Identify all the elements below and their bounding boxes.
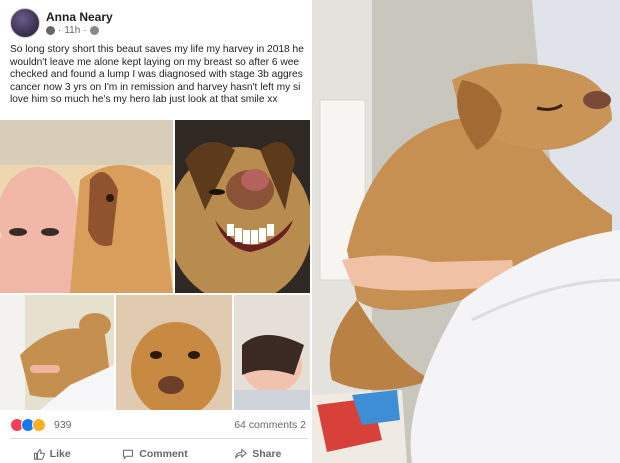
photo-dog-sleeping-large xyxy=(312,0,620,463)
comment-share-counts[interactable]: 64 comments 2 xyxy=(234,419,306,431)
photo-dog-in-bed[interactable] xyxy=(0,295,114,410)
post-text-line: cancer now 3 yrs on I'm in remission and… xyxy=(10,81,301,93)
like-icon xyxy=(33,448,45,460)
comment-count[interactable]: 64 comments xyxy=(234,419,297,431)
haha-reaction-icon xyxy=(32,418,46,432)
share-label: Share xyxy=(252,447,282,460)
divider xyxy=(10,438,308,439)
like-label: Like xyxy=(49,447,71,460)
comment-button[interactable]: Comment xyxy=(103,444,206,463)
photo-woman-sleeping[interactable] xyxy=(234,295,310,410)
post-actions: Like Comment Share xyxy=(0,444,310,463)
reaction-count[interactable]: 939 xyxy=(54,419,72,431)
photo-selfie-with-dog[interactable] xyxy=(0,120,173,293)
comment-icon xyxy=(123,449,134,460)
post-text-line: checked and found a lump I was diagnosed… xyxy=(10,69,303,80)
facebook-post: Anna Neary · 11h · So long story short t… xyxy=(0,0,310,463)
post-time[interactable]: 11h xyxy=(64,25,80,36)
post-text-line: wouldn't leave me alone kept laying on m… xyxy=(10,56,300,68)
friends-icon xyxy=(46,26,55,35)
reaction-icons[interactable] xyxy=(10,418,46,432)
photo-dog-closeup[interactable] xyxy=(116,295,232,410)
author-name[interactable]: Anna Neary xyxy=(46,10,113,24)
share-button[interactable]: Share xyxy=(207,444,310,463)
comment-label: Comment xyxy=(139,447,188,460)
post-text-line: love him so much he's my hero lab just l… xyxy=(10,94,278,105)
post-text-line: So long story short this beaut saves my … xyxy=(10,44,304,55)
share-count[interactable]: 2 xyxy=(300,419,306,431)
post-stats: 939 64 comments 2 xyxy=(10,416,310,434)
like-button[interactable]: Like xyxy=(0,444,103,463)
post-text: So long story short this beaut saves my … xyxy=(10,44,310,107)
photo-smiling-dog[interactable] xyxy=(175,120,310,293)
post-meta: · 11h · xyxy=(46,25,99,36)
share-icon xyxy=(235,447,248,459)
avatar[interactable] xyxy=(10,8,40,38)
globe-icon xyxy=(89,26,99,35)
